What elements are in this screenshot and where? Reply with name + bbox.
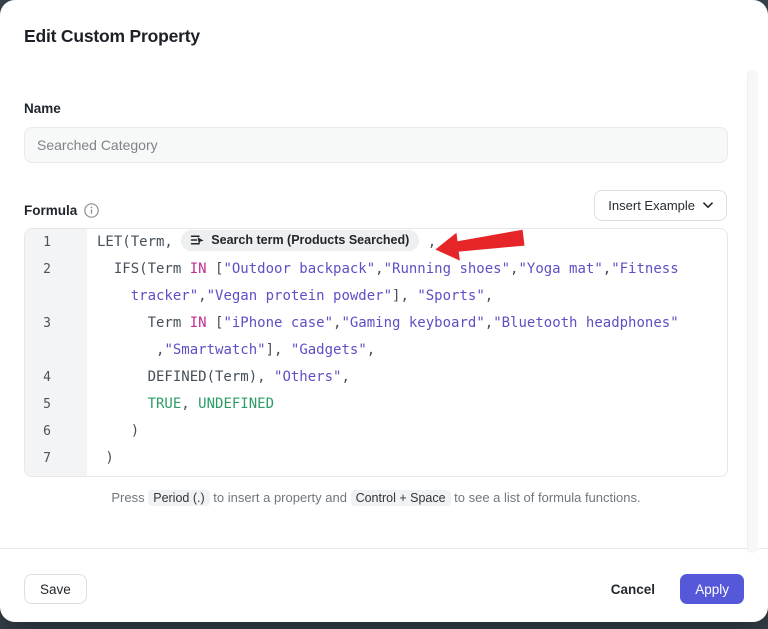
code-line: LET(Term, Search term (Products Searched… xyxy=(97,229,727,256)
kbd-period: Period (.) xyxy=(148,490,209,506)
code-line: IFS(Term IN ["Outdoor backpack","Running… xyxy=(97,256,727,283)
footer-divider xyxy=(0,548,768,549)
code-token: "Vegan protein powder" xyxy=(207,288,392,304)
line-number: 7 xyxy=(25,445,87,472)
dialog-title: Edit Custom Property xyxy=(24,26,200,47)
line-number: 5 xyxy=(25,391,87,418)
code-token: , xyxy=(198,288,206,304)
code-token: "Outdoor backpack" xyxy=(223,261,375,277)
code-token: ) xyxy=(97,450,114,466)
code-token: IN xyxy=(190,315,207,331)
code-token: ], xyxy=(392,288,417,304)
code-token: IFS(Term xyxy=(97,261,190,277)
code-token: , xyxy=(375,261,383,277)
code-token: "Smartwatch" xyxy=(164,342,265,358)
code-token: "Gaming keyboard" xyxy=(341,315,484,331)
event-property-icon xyxy=(190,234,204,246)
property-chip[interactable]: Search term (Products Searched) xyxy=(181,230,419,251)
code-token: "Bluetooth headphones" xyxy=(493,315,678,331)
line-number: 4 xyxy=(25,364,87,391)
apply-button[interactable]: Apply xyxy=(680,574,744,604)
code-token: tracker" xyxy=(131,288,198,304)
screen: Edit Custom Property Name Formula Insert… xyxy=(0,0,768,629)
hint-text: to insert a property and xyxy=(210,490,351,505)
property-chip-label: Search term (Products Searched) xyxy=(211,233,409,248)
code-token: , xyxy=(485,315,493,331)
info-icon[interactable] xyxy=(84,203,99,218)
save-button[interactable]: Save xyxy=(24,574,87,604)
code-token xyxy=(97,396,148,412)
line-number xyxy=(25,337,87,364)
name-input[interactable] xyxy=(24,127,728,163)
code-token: [ xyxy=(207,261,224,277)
line-number: 6 xyxy=(25,418,87,445)
code-token: TRUE xyxy=(148,396,182,412)
code-token: , xyxy=(367,342,375,358)
line-number-gutter: 12 3 4567 xyxy=(25,229,87,476)
code-token: "iPhone case" xyxy=(223,315,333,331)
chevron-down-icon xyxy=(703,202,713,209)
code-token: , xyxy=(603,261,611,277)
insert-example-button[interactable]: Insert Example xyxy=(594,190,727,221)
line-number: 2 xyxy=(25,256,87,283)
line-number: 3 xyxy=(25,310,87,337)
code-token xyxy=(97,288,131,304)
code-token: DEFINED(Term), xyxy=(97,369,274,385)
code-token: "Sports" xyxy=(417,288,484,304)
code-token: ) xyxy=(97,423,139,439)
edit-custom-property-dialog: Edit Custom Property Name Formula Insert… xyxy=(0,0,768,622)
formula-field-label: Formula xyxy=(24,203,77,218)
code-line: tracker","Vegan protein powder"], "Sport… xyxy=(97,283,727,310)
code-token: "Gadgets" xyxy=(291,342,367,358)
cancel-button[interactable]: Cancel xyxy=(605,574,661,604)
code-token: , xyxy=(181,396,198,412)
code-token: , xyxy=(341,369,349,385)
code-token: LET(Term, xyxy=(97,234,181,250)
code-lines[interactable]: LET(Term, Search term (Products Searched… xyxy=(87,229,727,476)
editor-hint: Press Period (.) to insert a property an… xyxy=(24,490,728,505)
code-token: UNDEFINED xyxy=(198,396,274,412)
hint-text: to see a list of formula functions. xyxy=(451,490,641,505)
formula-field-header: Formula xyxy=(24,203,99,218)
code-token: Term xyxy=(97,315,190,331)
code-token: [ xyxy=(207,315,224,331)
line-number xyxy=(25,283,87,310)
kbd-control-space: Control + Space xyxy=(351,490,451,506)
formula-editor[interactable]: 12 3 4567 LET(Term, Search term (Products … xyxy=(24,228,728,477)
code-line: ) xyxy=(97,418,727,445)
hint-text: Press xyxy=(111,490,148,505)
name-field-label: Name xyxy=(24,101,61,116)
code-line: ,"Smartwatch"], "Gadgets", xyxy=(97,337,727,364)
code-token: "Others" xyxy=(274,369,341,385)
scrollbar[interactable] xyxy=(747,70,758,553)
code-token: "Fitness xyxy=(611,261,678,277)
code-token: IN xyxy=(190,261,207,277)
insert-example-label: Insert Example xyxy=(608,198,695,213)
line-number: 1 xyxy=(25,229,87,256)
code-line: DEFINED(Term), "Others", xyxy=(97,364,727,391)
code-line: Term IN ["iPhone case","Gaming keyboard"… xyxy=(97,310,727,337)
code-token: ], xyxy=(266,342,291,358)
code-line: TRUE, UNDEFINED xyxy=(97,391,727,418)
code-token: , xyxy=(97,342,164,358)
code-token: , xyxy=(485,288,493,304)
code-line: ) xyxy=(97,445,727,472)
code-token: "Yoga mat" xyxy=(518,261,602,277)
